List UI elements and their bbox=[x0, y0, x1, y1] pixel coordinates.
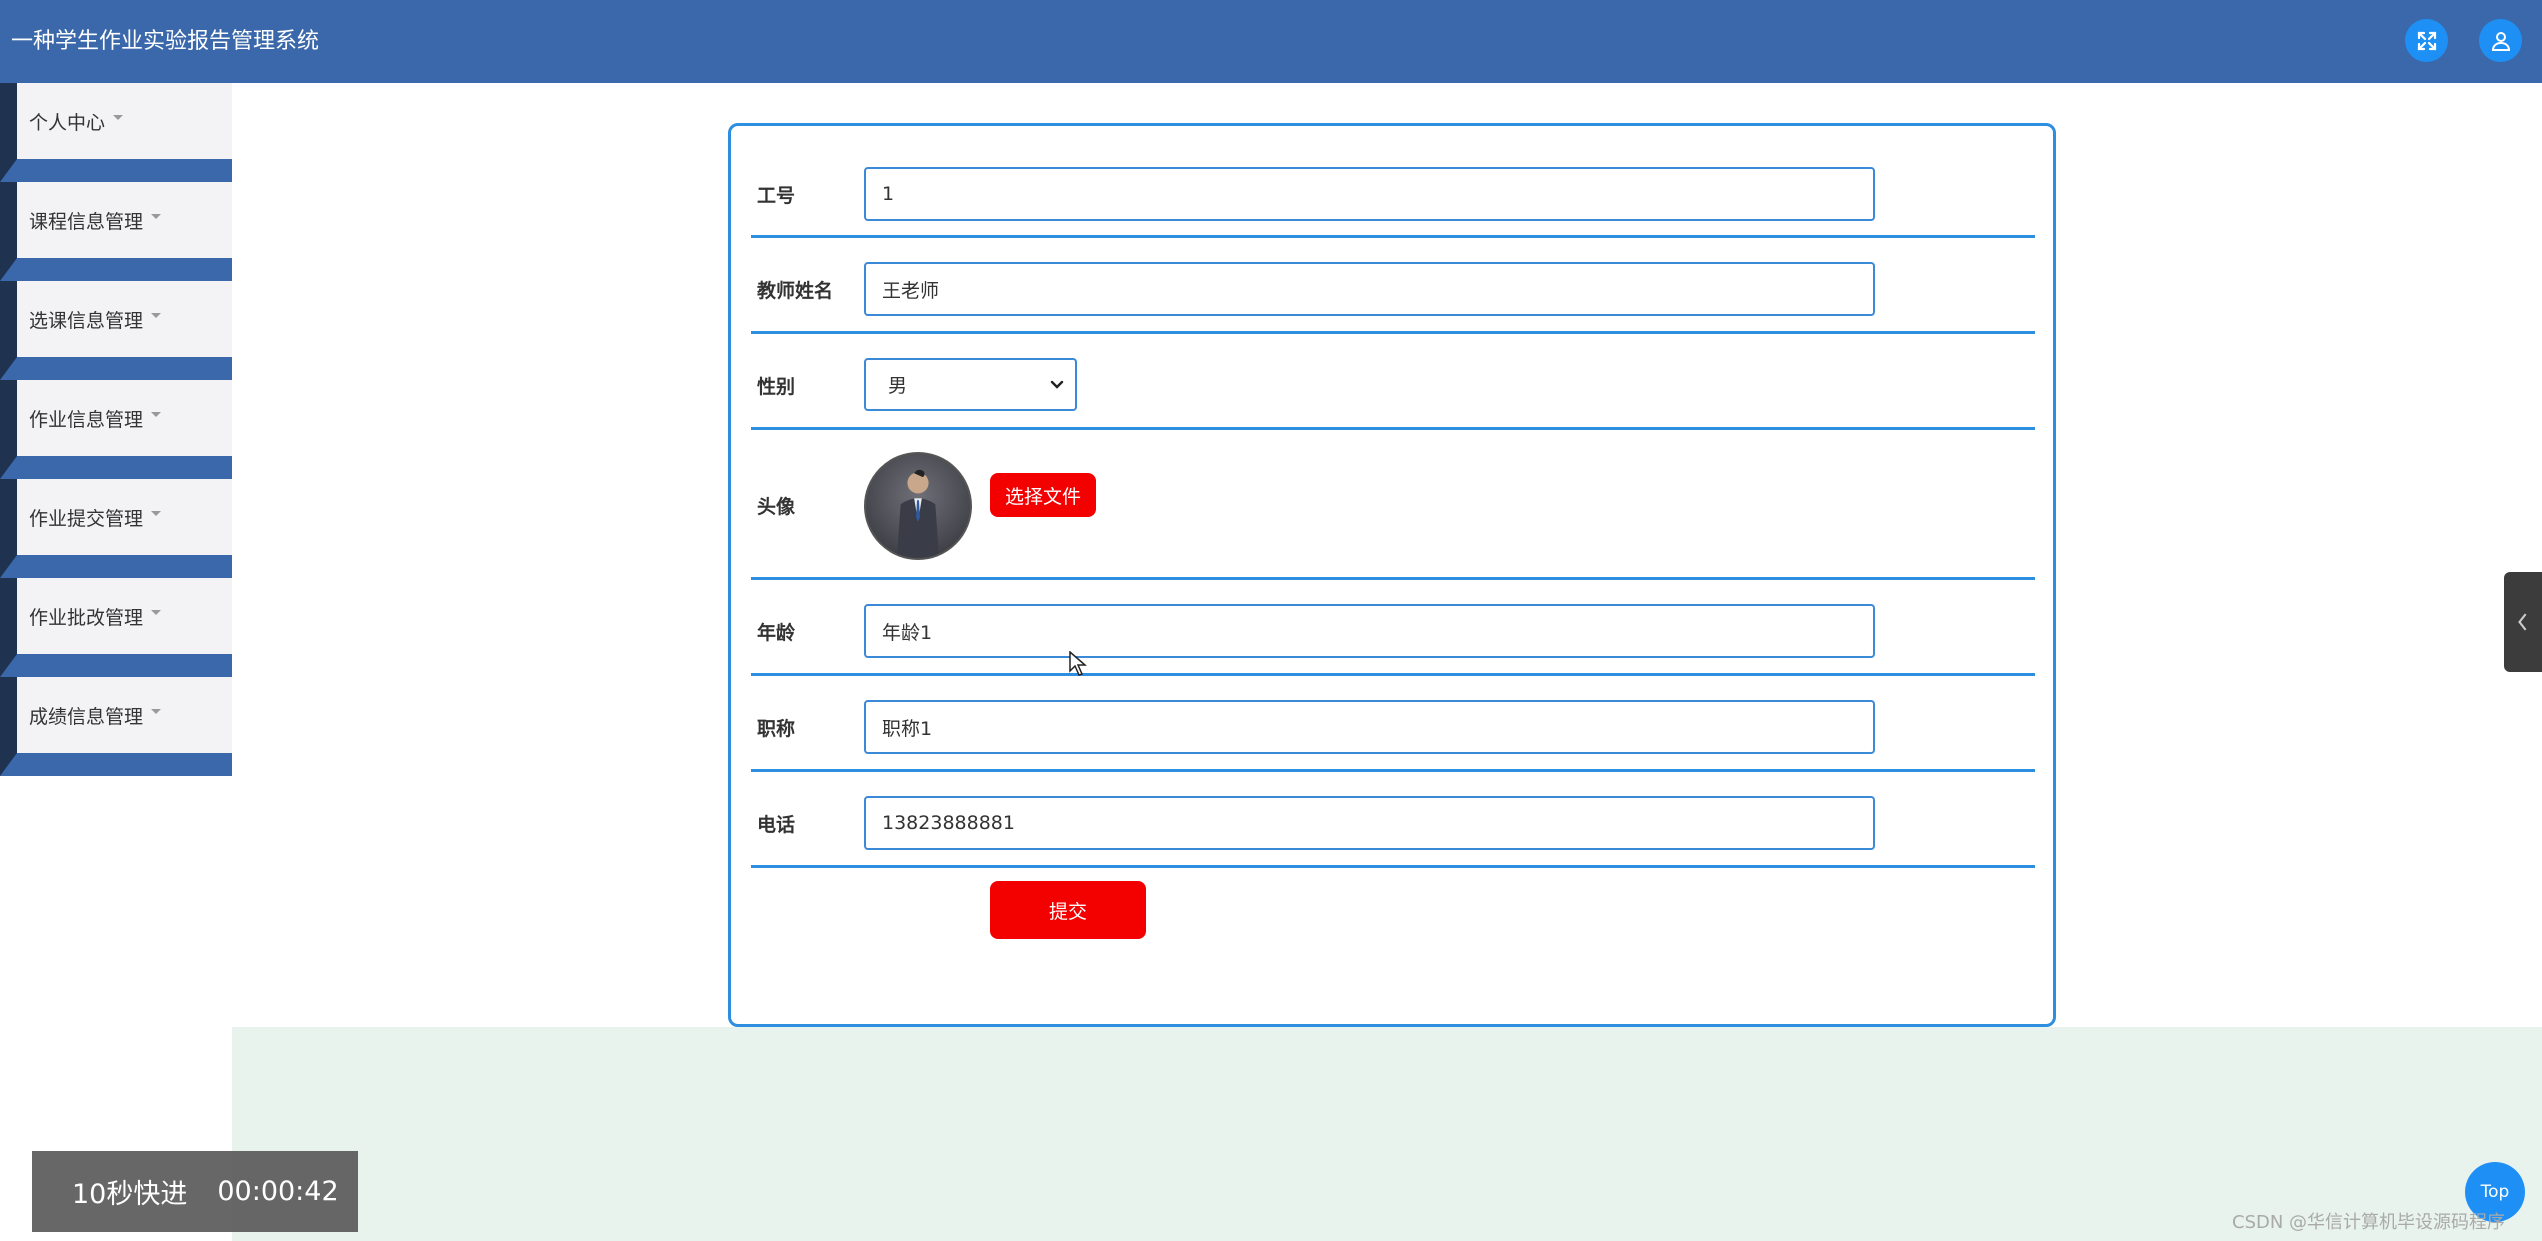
sidebar-item-label: 成绩信息管理 bbox=[29, 705, 144, 728]
form-row-age: 年龄 bbox=[751, 580, 2035, 676]
user-button[interactable] bbox=[2479, 19, 2522, 62]
teacher-name-input[interactable] bbox=[864, 262, 1875, 316]
field-label: 年龄 bbox=[757, 622, 796, 644]
form-row-gender: 性别 男 bbox=[751, 334, 2035, 430]
video-skip-overlay[interactable]: 10秒快进 00:00:42 bbox=[32, 1151, 358, 1232]
caret-down-icon bbox=[113, 114, 124, 120]
field-label: 头像 bbox=[757, 496, 796, 518]
caret-down-icon bbox=[151, 708, 162, 714]
gender-selected-value: 男 bbox=[888, 375, 908, 397]
user-icon bbox=[2491, 31, 2510, 51]
sidebar: 个人中心 课程信息管理 选课信息管理 作业信息管理 作业提交管理 作业批改管理 … bbox=[0, 83, 232, 776]
caret-down-icon bbox=[151, 411, 162, 417]
gender-select[interactable]: 男 bbox=[864, 358, 1077, 411]
caret-down-icon bbox=[151, 213, 162, 219]
field-label: 职称 bbox=[757, 718, 796, 740]
expand-icon bbox=[2417, 31, 2436, 50]
age-input[interactable] bbox=[864, 604, 1875, 658]
sidebar-item-personal-center[interactable]: 个人中心 bbox=[0, 83, 232, 182]
field-label: 性别 bbox=[757, 376, 796, 398]
sidebar-item-score-info[interactable]: 成绩信息管理 bbox=[0, 677, 232, 776]
sidebar-item-label: 作业信息管理 bbox=[29, 408, 144, 431]
sidebar-item-label: 个人中心 bbox=[29, 111, 106, 134]
sidebar-item-homework-info[interactable]: 作业信息管理 bbox=[0, 380, 232, 479]
caret-down-icon bbox=[151, 609, 162, 615]
field-label: 电话 bbox=[757, 814, 796, 836]
watermark-text: CSDN @华信计算机毕设源码程序 bbox=[2232, 1212, 2506, 1233]
avatar bbox=[864, 452, 972, 560]
form-row-title: 职称 bbox=[751, 676, 2035, 772]
chevron-left-icon bbox=[2518, 613, 2527, 631]
phone-input[interactable] bbox=[864, 796, 1875, 850]
field-label: 教师姓名 bbox=[757, 280, 834, 302]
caret-down-icon bbox=[151, 312, 162, 318]
choose-file-button[interactable]: 选择文件 bbox=[990, 473, 1096, 517]
submit-button[interactable]: 提交 bbox=[990, 881, 1146, 939]
mouse-cursor-icon bbox=[1069, 651, 1087, 676]
form-row-phone: 电话 bbox=[751, 772, 2035, 868]
sidebar-item-homework-grading[interactable]: 作业批改管理 bbox=[0, 578, 232, 677]
top-header: 一种学生作业实验报告管理系统 bbox=[0, 0, 2542, 83]
sidebar-item-label: 课程信息管理 bbox=[29, 210, 144, 233]
fullscreen-button[interactable] bbox=[2405, 19, 2448, 62]
sidebar-item-label: 作业批改管理 bbox=[29, 606, 144, 629]
sidebar-item-course-info[interactable]: 课程信息管理 bbox=[0, 182, 232, 281]
sidebar-item-course-selection[interactable]: 选课信息管理 bbox=[0, 281, 232, 380]
sidebar-item-label: 作业提交管理 bbox=[29, 507, 144, 530]
app-title: 一种学生作业实验报告管理系统 bbox=[11, 29, 320, 54]
sidebar-item-label: 选课信息管理 bbox=[29, 309, 144, 332]
playback-time: 00:00:42 bbox=[217, 1176, 339, 1207]
sidebar-item-homework-submission[interactable]: 作业提交管理 bbox=[0, 479, 232, 578]
form-row-avatar: 头像 选择文件 bbox=[751, 430, 2035, 580]
form-row-teacher-name: 教师姓名 bbox=[751, 238, 2035, 334]
title-input[interactable] bbox=[864, 700, 1875, 754]
field-label: 工号 bbox=[757, 185, 796, 207]
form-row-employee-id: 工号 bbox=[751, 126, 2035, 238]
skip-forward-label: 10秒快进 bbox=[72, 1179, 188, 1210]
employee-id-input[interactable] bbox=[864, 167, 1875, 221]
chevron-down-icon bbox=[1050, 380, 1064, 389]
profile-form: 工号 教师姓名 性别 男 头像 选择文件 年龄 bbox=[728, 123, 2056, 1027]
caret-down-icon bbox=[151, 510, 162, 516]
avatar-person-image bbox=[896, 469, 940, 558]
content-footer-area bbox=[232, 1027, 2542, 1241]
side-panel-toggle[interactable] bbox=[2504, 572, 2542, 672]
